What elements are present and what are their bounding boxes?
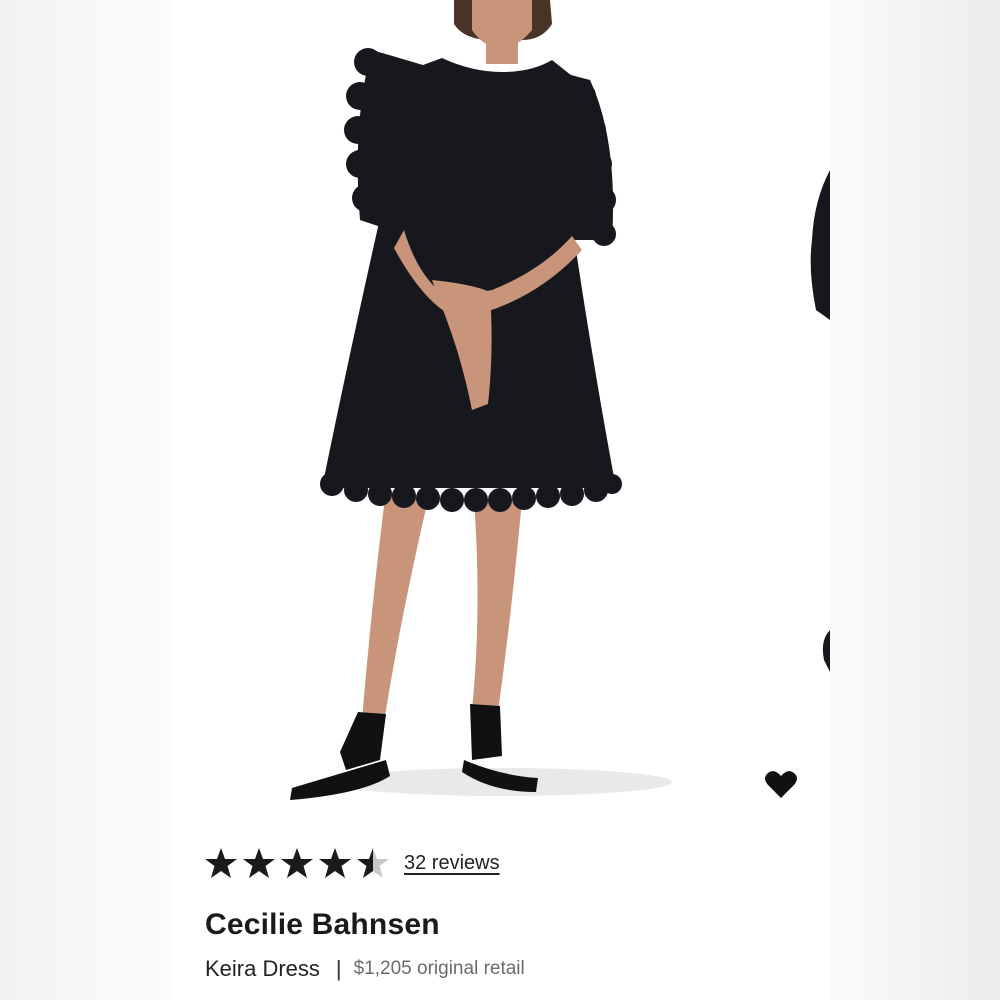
rating-row: 32 reviews [204,846,500,880]
retail-price: $1,205 original retail [353,958,525,979]
screenshot-frame: 32 reviews Cecilie Bahnsen Keira Dress |… [0,0,1000,1000]
model-leg-right [472,500,522,712]
right-blurred-margin [830,0,1000,1000]
star-icon [319,848,351,878]
product-image[interactable] [172,0,830,830]
star-icon [243,848,275,878]
star-icon [281,848,313,878]
star-rating [204,846,390,880]
next-image-preview[interactable] [804,160,830,680]
star-icon [205,848,237,878]
product-card: 32 reviews Cecilie Bahnsen Keira Dress |… [172,0,830,1000]
reviews-link[interactable]: 32 reviews [404,852,500,875]
model-neck [486,40,518,64]
product-name: Keira Dress [205,956,320,981]
price-separator: | [335,956,342,981]
star-icon [357,848,389,878]
left-blurred-margin [0,0,172,1000]
designer-name[interactable]: Cecilie Bahnsen [205,908,440,942]
next-image-dress-edge [810,170,830,320]
heart-icon[interactable] [764,770,798,800]
model-sandal-left [290,760,390,800]
model-sock-left [340,712,386,770]
model-sock-right [470,704,502,760]
next-image-hem-edge [822,630,830,672]
model-leg-left [362,490,428,722]
product-details: Keira Dress | $1,205 original retail [205,956,525,982]
